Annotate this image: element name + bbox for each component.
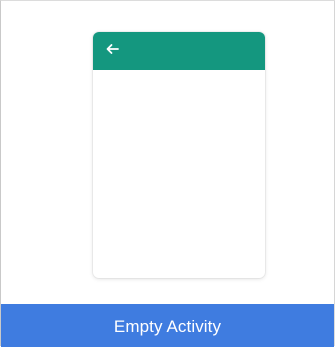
template-preview	[1, 1, 335, 304]
back-arrow-icon	[104, 41, 120, 57]
app-bar	[93, 32, 265, 70]
template-label: Empty Activity	[113, 316, 222, 336]
phone-preview	[93, 32, 265, 278]
template-option-empty-activity[interactable]: Empty Activity	[0, 0, 335, 347]
template-caption: Empty Activity	[1, 304, 334, 347]
